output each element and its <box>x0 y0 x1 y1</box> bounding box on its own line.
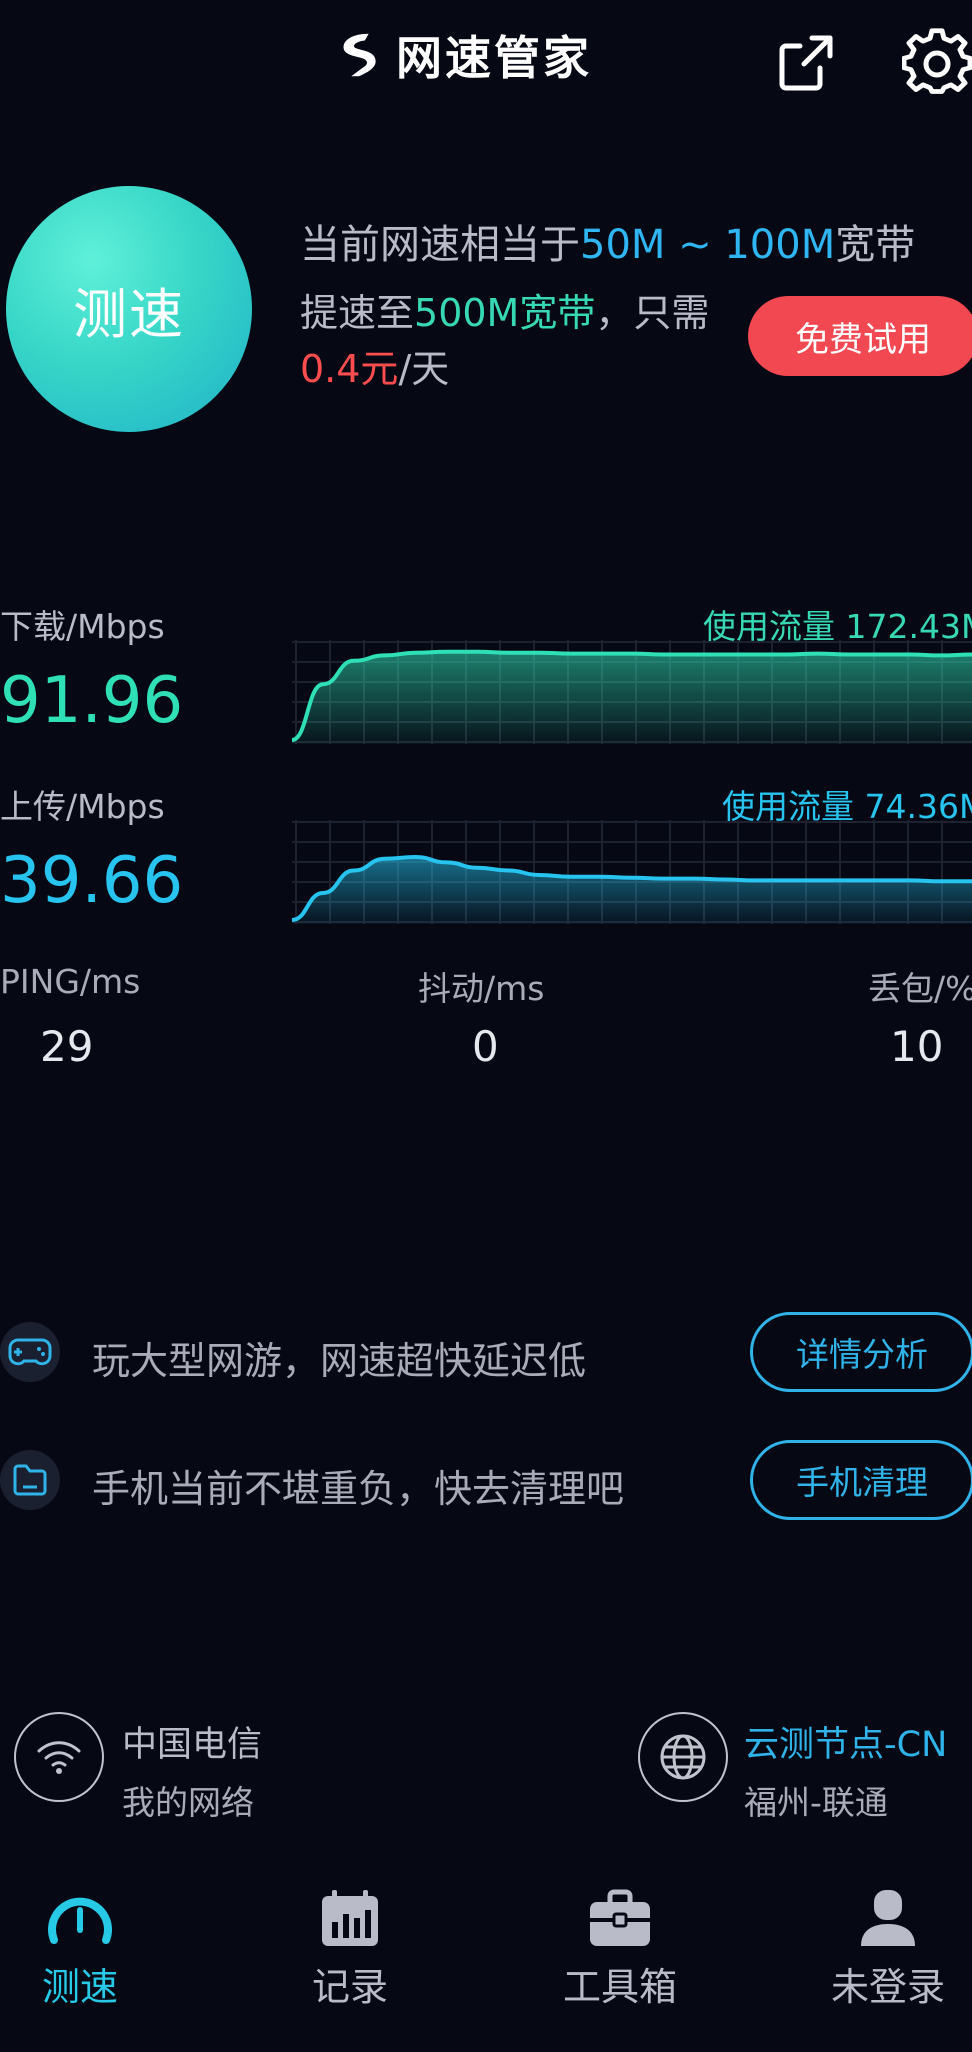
promo-text: 当前网速相当于 <box>300 222 580 268</box>
nav-label-toolbox: 工具箱 <box>562 1965 677 2009</box>
globe-ring[interactable] <box>638 1712 728 1802</box>
jitter-label: 抖动/ms <box>418 969 545 1008</box>
jitter-value: 0 <box>472 1022 499 1071</box>
offer-price: 0.4元 <box>300 347 399 391</box>
offer-speed: 500M宽带 <box>414 291 596 335</box>
download-label: 下载/Mbps <box>0 607 165 646</box>
toolbox-icon <box>590 1889 650 1946</box>
tip-text-cleanup: 手机当前不堪重负，快去清理吧 <box>92 1467 625 1511</box>
nav-speed-test[interactable]: 测速 <box>0 1888 160 2038</box>
share-icon[interactable] <box>772 28 840 96</box>
isp-name: 中国电信 <box>122 1725 263 1765</box>
top-bar: 网速管家 <box>0 0 972 120</box>
upload-label: 上传/Mbps <box>0 787 165 826</box>
current-speed-equivalence: 当前网速相当于50M ~ 100M宽带 <box>300 212 915 270</box>
tip-icon-wrap <box>0 1322 60 1382</box>
folder-icon <box>13 1464 47 1496</box>
download-value: 91.96 <box>0 664 184 738</box>
ping-label: PING/ms <box>0 962 141 1001</box>
upload-value: 39.66 <box>0 844 184 918</box>
phone-cleanup-button[interactable]: 手机清理 <box>750 1440 972 1520</box>
nav-label-records: 记录 <box>311 1965 388 2009</box>
details-analysis-button[interactable]: 详情分析 <box>750 1312 972 1392</box>
calendar-chart-icon <box>322 1890 378 1946</box>
nav-account[interactable]: 未登录 <box>808 1888 968 2038</box>
logo-icon <box>343 33 376 77</box>
offer-mid: ，只需 <box>595 291 710 335</box>
wifi-icon <box>37 1741 81 1774</box>
globe-icon <box>660 1734 706 1780</box>
packet-loss-value: 10 <box>890 1022 944 1071</box>
gear-icon[interactable] <box>902 28 972 98</box>
nav-label-account: 未登录 <box>830 1965 945 2009</box>
download-chart <box>292 640 972 744</box>
speedometer-icon <box>48 1897 112 1944</box>
wifi-ring[interactable] <box>14 1712 104 1802</box>
gamepad-icon <box>8 1338 52 1366</box>
app-title: 网速管家 <box>396 31 592 85</box>
free-trial-button[interactable]: 免费试用 <box>748 296 972 376</box>
promo-suffix: 宽带 <box>835 222 916 268</box>
bandwidth-range: 50M ~ 100M <box>580 222 836 268</box>
upload-chart <box>292 820 972 924</box>
packet-loss-label: 丢包/% <box>868 969 972 1008</box>
offer-suffix: /天 <box>398 347 450 391</box>
nav-label-speed-test: 测速 <box>41 1965 118 2009</box>
nav-records[interactable]: 记录 <box>270 1888 430 2038</box>
user-icon <box>861 1890 915 1946</box>
download-series-area <box>292 651 972 744</box>
test-node-name[interactable]: 云测节点-CN <box>744 1716 947 1767</box>
offer-prefix: 提速至 <box>300 291 415 335</box>
my-network-label: 我的网络 <box>122 1783 254 1822</box>
upgrade-offer: 提速至500M宽带，只需 0.4元/天 <box>300 285 720 397</box>
app-logo: 网速管家 <box>330 22 592 88</box>
speed-test-label: 测速 <box>73 282 185 346</box>
speed-test-button[interactable]: 测速 <box>6 186 252 432</box>
ping-value: 29 <box>40 1022 94 1071</box>
test-node-location: 福州-联通 <box>744 1783 888 1822</box>
tip-text-gaming: 玩大型网游，网速超快延迟低 <box>92 1339 587 1383</box>
upload-series-area <box>292 857 972 924</box>
nav-toolbox[interactable]: 工具箱 <box>540 1888 700 2038</box>
tip-icon-wrap <box>0 1450 60 1510</box>
